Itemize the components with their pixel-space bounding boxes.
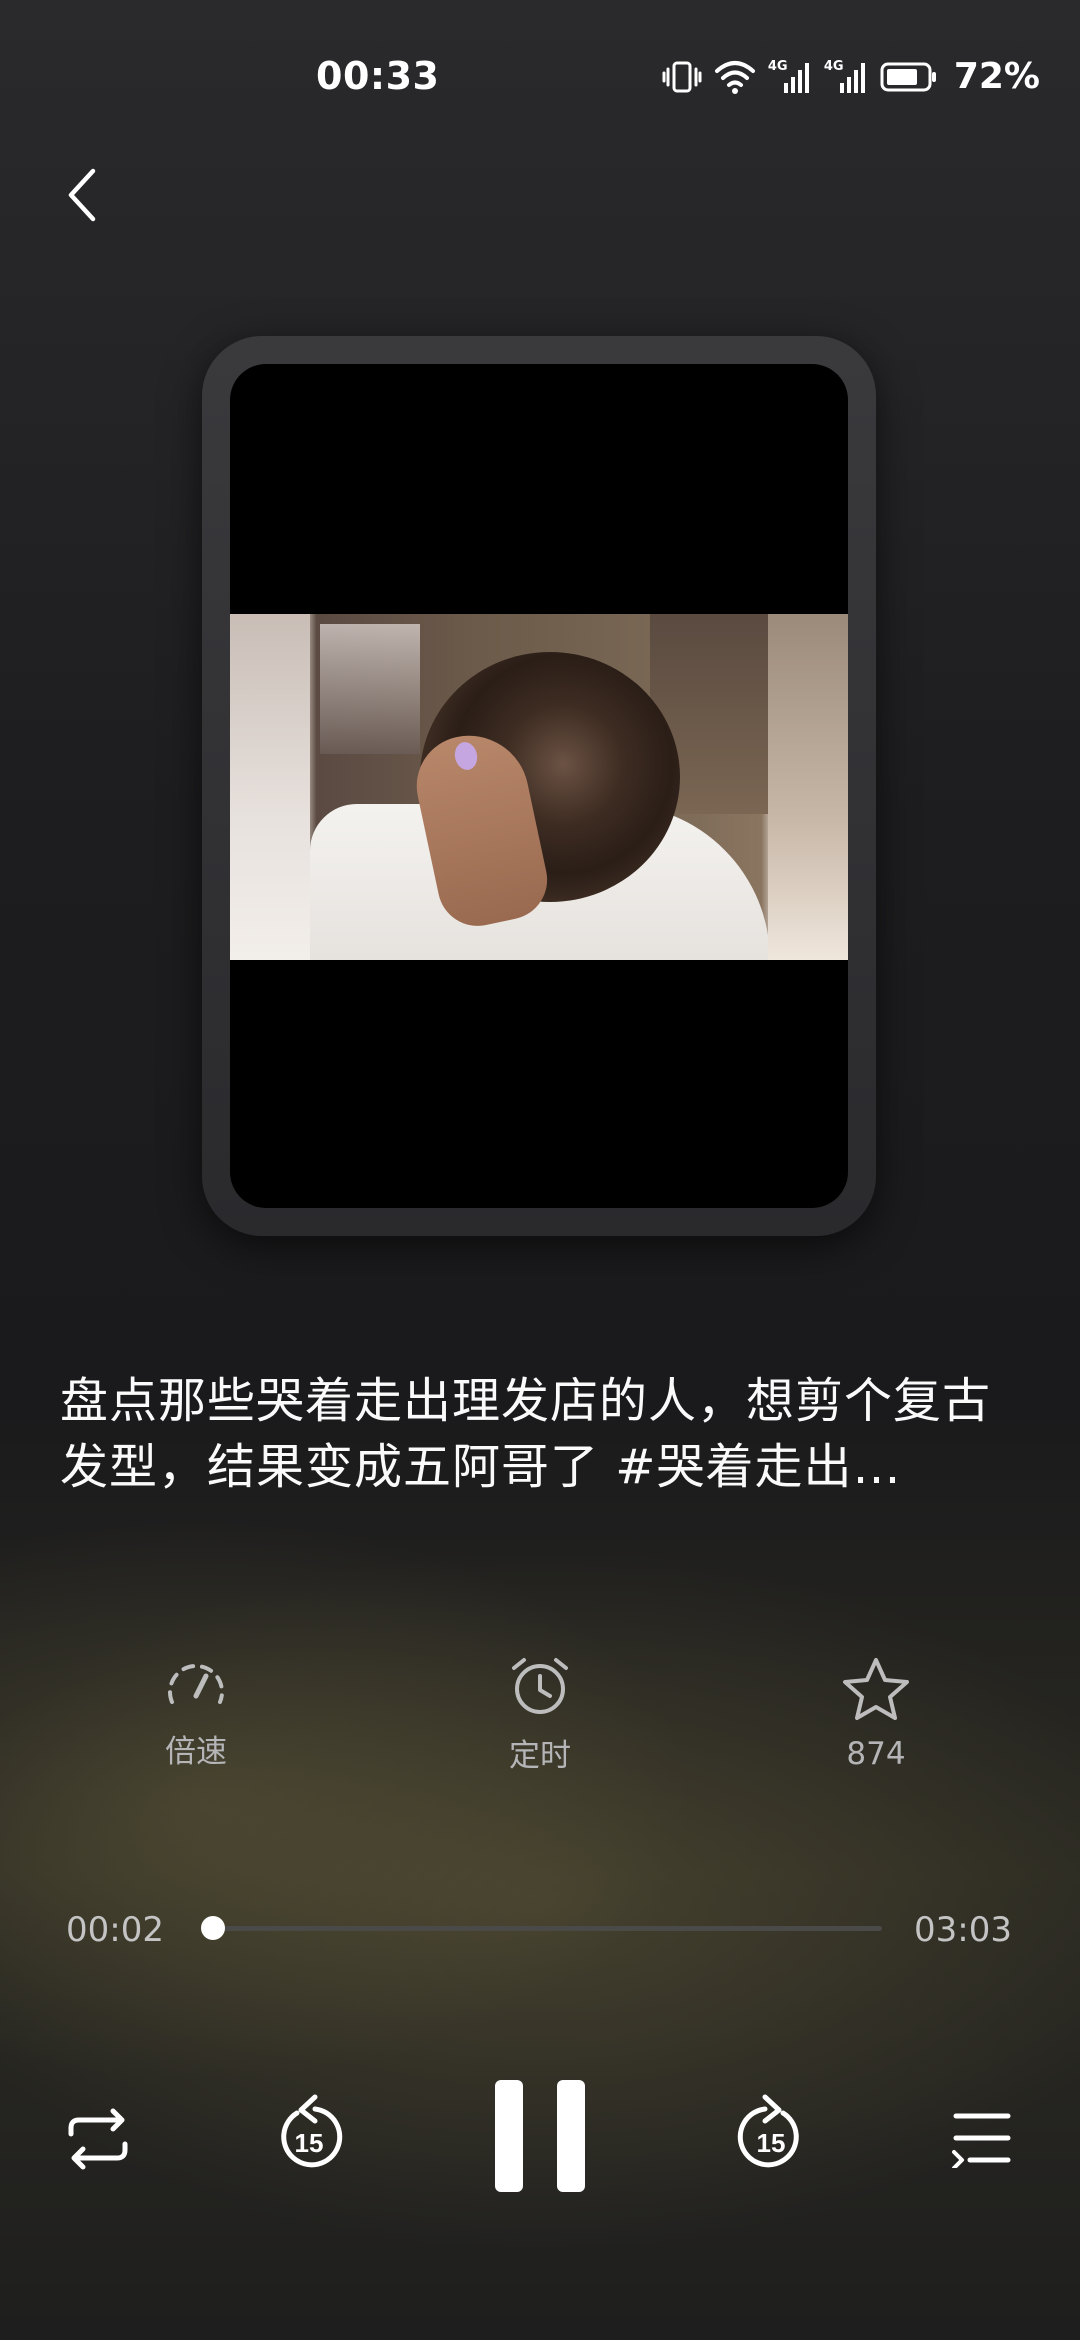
pause-icon <box>495 2080 585 2192</box>
playlist-icon <box>952 2113 1011 2168</box>
status-bar: 00:33 4G 4G 72% <box>0 0 1080 150</box>
favorite-button[interactable]: 874 <box>776 1656 976 1772</box>
speedometer-icon <box>168 1664 224 1704</box>
progress-thumb[interactable] <box>201 1916 226 1940</box>
pause-button[interactable] <box>488 2076 592 2196</box>
track-title: 盘点那些哭着走出理发店的人，想剪个复古发型，结果变成五阿哥了 #哭着走出… <box>60 1373 992 1495</box>
cover-art[interactable] <box>230 364 848 1208</box>
favorite-count: 874 <box>846 1736 906 1772</box>
thumbnail-background-rack <box>320 624 420 754</box>
wifi-icon <box>714 60 755 94</box>
rewind-seconds-label: 15 <box>295 2128 324 2158</box>
current-time: 00:02 <box>66 1910 164 1950</box>
audio-player-screen: 00:33 4G 4G 72% 盘点那些哭着走出理发店的人，想剪个复古发型，结果… <box>0 0 1080 2340</box>
cellular-signal-icon-2: 4G <box>824 59 868 95</box>
forward-15-icon: 15 <box>737 2094 799 2168</box>
back-button[interactable] <box>52 160 112 230</box>
cellular-signal-icon-1: 4G <box>768 59 812 95</box>
forward-15-button[interactable]: 15 <box>726 2084 816 2184</box>
progress-bar[interactable] <box>201 1916 882 1940</box>
battery-percent: 72% <box>953 56 1040 97</box>
playlist-button[interactable] <box>944 2100 1020 2176</box>
repeat-icon <box>68 2108 128 2170</box>
star-icon <box>843 1658 909 1720</box>
total-time: 03:03 <box>914 1910 1012 1950</box>
repeat-mode-button[interactable] <box>58 2094 138 2184</box>
forward-seconds-label: 15 <box>757 2128 786 2158</box>
rewind-15-icon: 15 <box>281 2094 343 2168</box>
playback-speed-label: 倍速 <box>165 1734 227 1770</box>
alarm-clock-icon <box>512 1658 568 1714</box>
playback-speed-button[interactable]: 倍速 <box>96 1656 296 1771</box>
battery-icon <box>880 62 936 91</box>
sleep-timer-label: 定时 <box>509 1738 571 1774</box>
video-thumbnail <box>230 614 848 960</box>
chevron-left-icon <box>68 168 96 222</box>
sleep-timer-button[interactable]: 定时 <box>440 1656 640 1775</box>
thumbnail-right-blur <box>768 614 848 960</box>
vibrate-icon <box>662 61 702 92</box>
rewind-15-button[interactable]: 15 <box>264 2084 354 2184</box>
status-time: 00:33 <box>316 54 440 98</box>
cover-art-frame <box>202 336 876 1236</box>
thumbnail-left-blur <box>230 614 310 960</box>
status-icons: 4G 4G 72% <box>662 56 1040 97</box>
